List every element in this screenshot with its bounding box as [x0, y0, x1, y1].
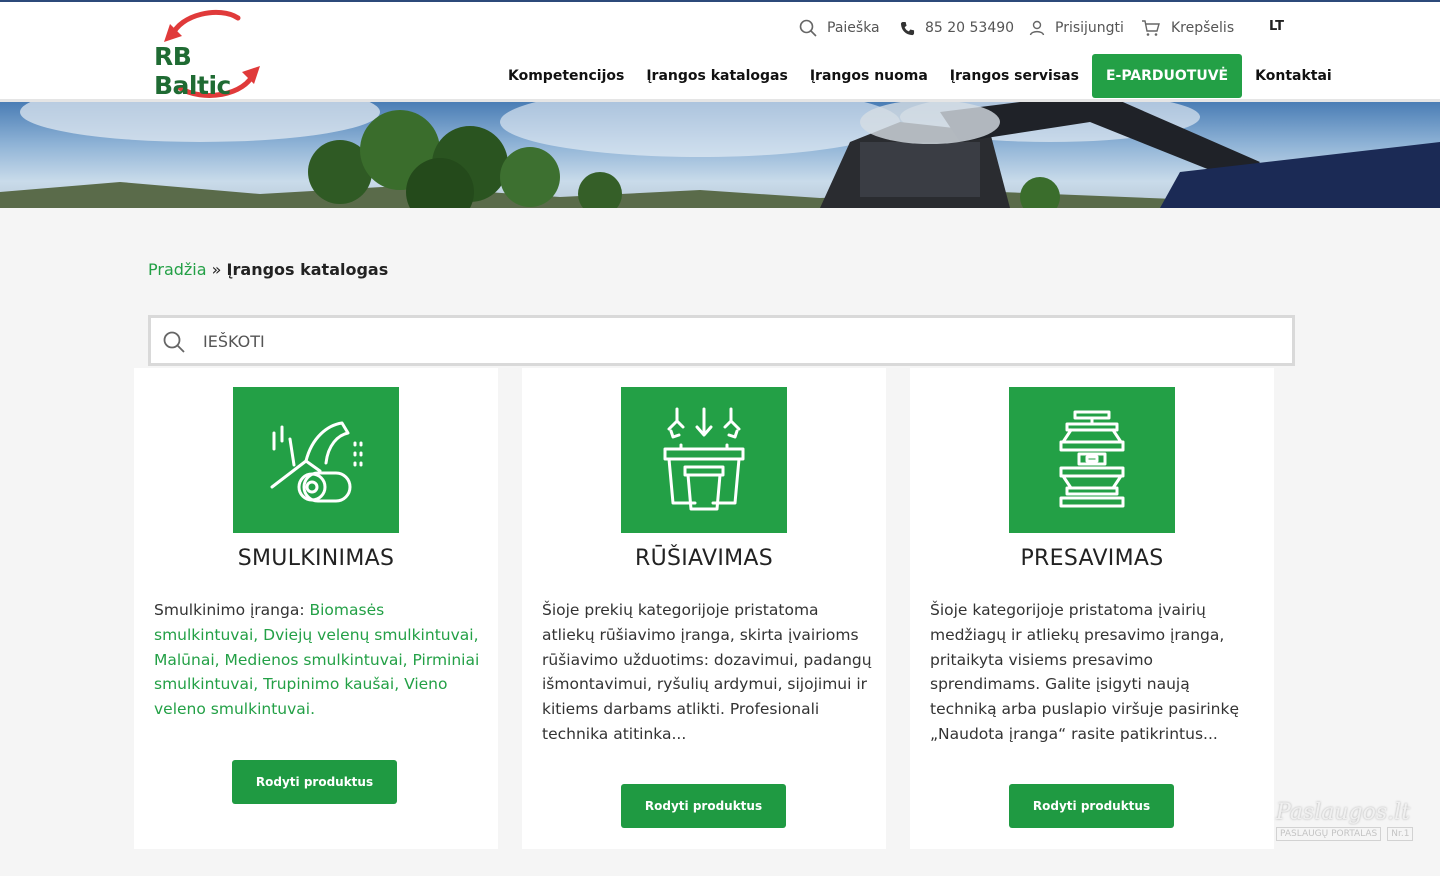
hero-banner — [0, 102, 1440, 208]
show-products-button[interactable]: Rodyti produktus — [1009, 784, 1174, 828]
logo[interactable]: RB Baltic — [150, 6, 272, 102]
category-description: Šioje prekių kategorijoje pristatoma atl… — [542, 601, 872, 743]
category-icon-box[interactable] — [233, 387, 399, 533]
category-card-rusiavimas: RŪŠIAVIMAS Šioje prekių kategorijoje pri… — [522, 368, 886, 849]
search-label: Paieška — [827, 20, 880, 36]
user-icon — [1029, 20, 1045, 36]
sorting-bins-icon — [663, 407, 745, 511]
search-icon — [799, 19, 817, 37]
logo-text: RB Baltic — [154, 42, 231, 100]
phone-icon — [900, 21, 915, 35]
watermark: Paslaugos.lt PASLAUGŲ PORTALAS Nr.1 — [1276, 800, 1416, 856]
category-title: RŪŠIAVIMAS — [634, 546, 774, 571]
category-card-presavimas: PRESAVIMAS Šioje kategorijoje pristatoma… — [910, 368, 1274, 849]
search-icon — [163, 331, 185, 353]
watermark-tagline-row: PASLAUGŲ PORTALAS Nr.1 — [1276, 827, 1416, 841]
login-label: Prisijungti — [1055, 20, 1124, 36]
banner-image — [0, 102, 1440, 208]
breadcrumb-separator: » — [211, 260, 222, 279]
watermark-brand: Paslaugos.lt — [1276, 800, 1411, 825]
nav-item-kompetencijos[interactable]: Kompetencijos — [497, 54, 635, 98]
press-icon — [1059, 410, 1125, 508]
show-products-button[interactable]: Rodyti produktus — [232, 760, 397, 804]
category-description-prefix: Smulkinimo įranga: — [154, 601, 310, 619]
header-search-link[interactable]: Paieška — [799, 16, 880, 40]
category-title: PRESAVIMAS — [1020, 546, 1164, 571]
catalog-search-input[interactable] — [203, 328, 1253, 354]
breadcrumb: Pradžia » Įrangos katalogas — [148, 260, 388, 279]
category-icon-box[interactable] — [621, 387, 787, 533]
site-header: RB Baltic Paieška 85 20 53490 Prisijungt… — [0, 0, 1440, 102]
main-nav: Kompetencijos Įrangos katalogas Įrangos … — [497, 54, 1343, 98]
category-description: Smulkinimo įranga: Biomasės smulkintuvai… — [154, 598, 484, 722]
shredder-icon — [270, 421, 363, 503]
nav-item-irangos-nuoma[interactable]: Įrangos nuoma — [799, 54, 939, 98]
login-link[interactable]: Prisijungti — [1029, 16, 1124, 40]
cart-link[interactable]: Krepšelis — [1141, 16, 1234, 40]
category-description: Šioje kategorijoje pristatoma įvairių me… — [930, 601, 1239, 743]
nav-item-e-parduotuve[interactable]: E-PARDUOTUVĖ — [1091, 54, 1243, 98]
category-icon-box[interactable] — [1009, 387, 1175, 533]
cart-icon — [1142, 20, 1160, 36]
category-card-smulkinimas: SMULKINIMAS Smulkinimo įranga: Biomasės … — [134, 368, 498, 849]
catalog-search — [148, 315, 1295, 366]
nav-item-kontaktai[interactable]: Kontaktai — [1244, 54, 1343, 98]
language-switcher[interactable]: LT — [1269, 19, 1284, 34]
watermark-rank: Nr.1 — [1387, 827, 1414, 841]
show-products-button[interactable]: Rodyti produktus — [621, 784, 786, 828]
cart-label: Krepšelis — [1171, 20, 1235, 36]
nav-item-irangos-katalogas[interactable]: Įrangos katalogas — [635, 54, 799, 98]
phone-number: 85 20 53490 — [925, 20, 1015, 36]
nav-item-irangos-servisas[interactable]: Įrangos servisas — [939, 54, 1090, 98]
watermark-tagline: PASLAUGŲ PORTALAS — [1276, 827, 1382, 841]
phone-link[interactable]: 85 20 53490 — [900, 16, 1014, 40]
breadcrumb-current: Įrangos katalogas — [226, 260, 389, 279]
breadcrumb-home[interactable]: Pradžia — [148, 260, 207, 279]
category-title: SMULKINIMAS — [237, 546, 395, 571]
